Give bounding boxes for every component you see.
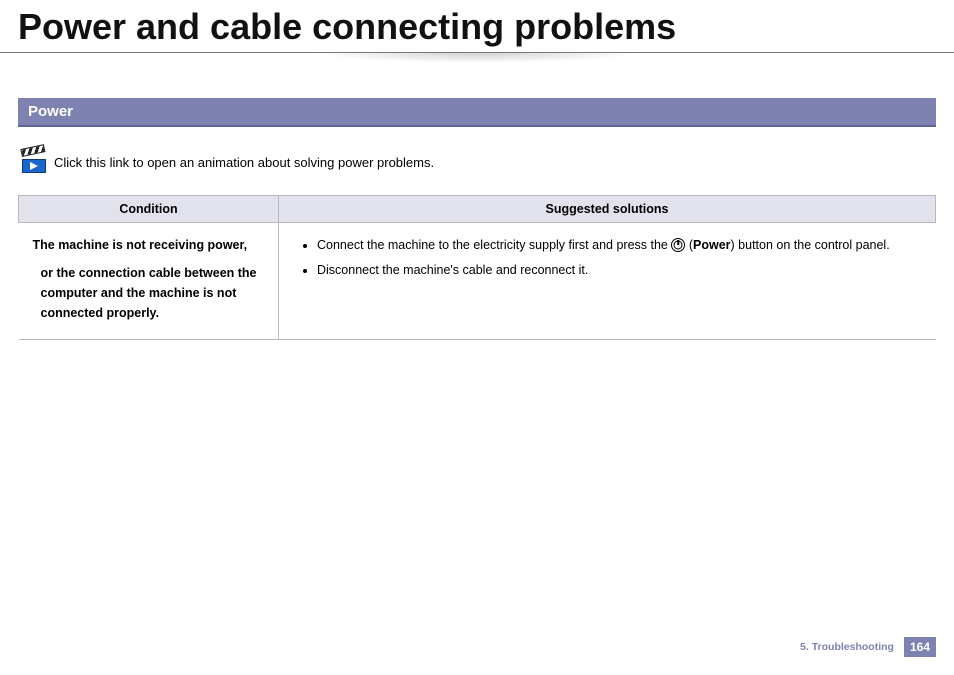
troubleshooting-table: Condition Suggested solutions The machin… xyxy=(18,195,936,340)
condition-text-2: or the connection cable between the comp… xyxy=(33,263,265,323)
cell-solutions: Connect the machine to the electricity s… xyxy=(279,223,936,340)
animation-link-row[interactable]: Click this link to open an animation abo… xyxy=(18,127,936,195)
col-header-solutions: Suggested solutions xyxy=(279,196,936,223)
solution-1-post: ) button on the control panel. xyxy=(731,238,890,252)
table-header-row: Condition Suggested solutions xyxy=(19,196,936,223)
animation-link-text[interactable]: Click this link to open an animation abo… xyxy=(54,155,434,170)
solutions-list: Connect the machine to the electricity s… xyxy=(293,235,922,282)
power-icon xyxy=(671,238,685,252)
solution-1-pre: Connect the machine to the electricity s… xyxy=(317,238,671,252)
condition-text-1: The machine is not receiving power, xyxy=(33,235,265,255)
section-header-power: Power xyxy=(18,98,936,127)
page-title: Power and cable connecting problems xyxy=(0,0,954,52)
content-area: Power Click this link to open an animati… xyxy=(0,98,954,340)
footer-page-number: 164 xyxy=(904,637,936,657)
solution-1-bold: Power xyxy=(693,238,731,252)
col-header-condition: Condition xyxy=(19,196,279,223)
table-row: The machine is not receiving power, or t… xyxy=(19,223,936,340)
solution-2: Disconnect the machine's cable and recon… xyxy=(317,263,588,277)
title-divider xyxy=(0,52,954,68)
list-item: Disconnect the machine's cable and recon… xyxy=(317,260,922,281)
list-item: Connect the machine to the electricity s… xyxy=(317,235,922,256)
footer-chapter: 5. Troubleshooting xyxy=(800,641,894,653)
cell-condition: The machine is not receiving power, or t… xyxy=(19,223,279,340)
page-footer: 5. Troubleshooting 164 xyxy=(800,637,936,657)
video-animation-icon[interactable] xyxy=(22,151,46,173)
